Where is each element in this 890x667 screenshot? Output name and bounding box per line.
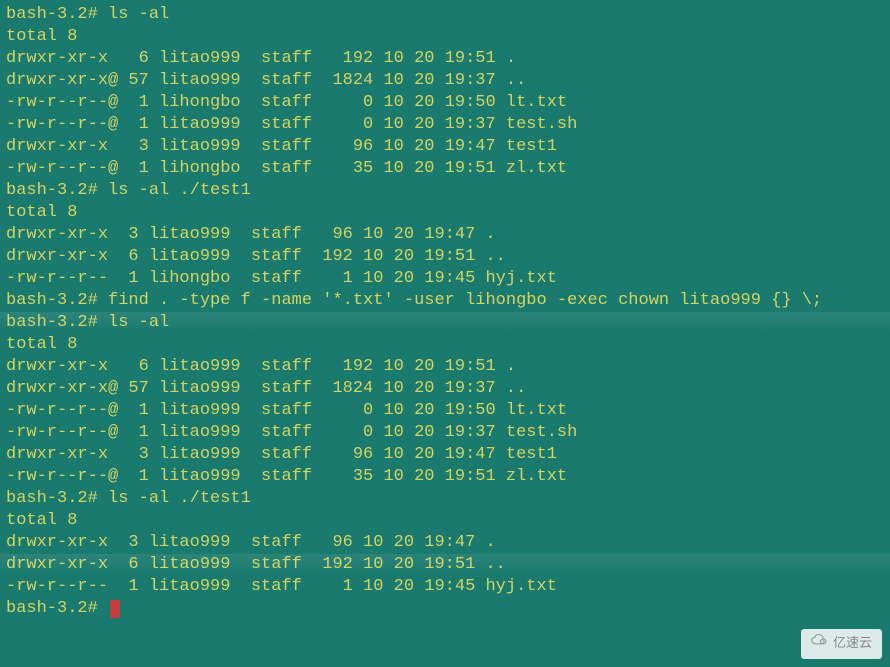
output-line: drwxr-xr-x@ 57 litao999 staff 1824 10 20… (6, 70, 884, 92)
cloud-icon (811, 633, 829, 655)
prompt-text: bash-3.2# (6, 599, 108, 618)
command-line: bash-3.2# ls -al ./test1 (6, 488, 884, 510)
output-line: drwxr-xr-x 3 litao999 staff 96 10 20 19:… (6, 136, 884, 158)
output-line: -rw-r--r--@ 1 litao999 staff 0 10 20 19:… (6, 400, 884, 422)
output-line: total 8 (6, 510, 884, 532)
output-line: -rw-r--r--@ 1 lihongbo staff 0 10 20 19:… (6, 92, 884, 114)
command-line: bash-3.2# ls -al (6, 312, 884, 334)
watermark: 亿速云 (801, 629, 882, 659)
command-line: bash-3.2# ls -al (6, 4, 884, 26)
output-line: total 8 (6, 26, 884, 48)
output-line: drwxr-xr-x 3 litao999 staff 96 10 20 19:… (6, 532, 884, 554)
output-line: -rw-r--r-- 1 lihongbo staff 1 10 20 19:4… (6, 268, 884, 290)
output-line: drwxr-xr-x 3 litao999 staff 96 10 20 19:… (6, 444, 884, 466)
watermark-text: 亿速云 (833, 633, 872, 655)
output-line: -rw-r--r--@ 1 litao999 staff 0 10 20 19:… (6, 114, 884, 136)
output-line: drwxr-xr-x@ 57 litao999 staff 1824 10 20… (6, 378, 884, 400)
output-line: -rw-r--r--@ 1 litao999 staff 0 10 20 19:… (6, 422, 884, 444)
command-line: bash-3.2# ls -al ./test1 (6, 180, 884, 202)
cursor (110, 600, 120, 618)
prompt-line[interactable]: bash-3.2# (6, 598, 884, 620)
output-line: drwxr-xr-x 6 litao999 staff 192 10 20 19… (6, 554, 884, 576)
output-line: total 8 (6, 334, 884, 356)
output-line: total 8 (6, 202, 884, 224)
output-line: -rw-r--r--@ 1 lihongbo staff 35 10 20 19… (6, 158, 884, 180)
output-line: -rw-r--r--@ 1 litao999 staff 35 10 20 19… (6, 466, 884, 488)
output-line: drwxr-xr-x 6 litao999 staff 192 10 20 19… (6, 356, 884, 378)
command-line: bash-3.2# find . -type f -name '*.txt' -… (6, 290, 884, 312)
output-line: drwxr-xr-x 3 litao999 staff 96 10 20 19:… (6, 224, 884, 246)
output-line: -rw-r--r-- 1 litao999 staff 1 10 20 19:4… (6, 576, 884, 598)
terminal-output[interactable]: bash-3.2# ls -altotal 8drwxr-xr-x 6 lita… (0, 0, 890, 624)
output-line: drwxr-xr-x 6 litao999 staff 192 10 20 19… (6, 246, 884, 268)
output-line: drwxr-xr-x 6 litao999 staff 192 10 20 19… (6, 48, 884, 70)
